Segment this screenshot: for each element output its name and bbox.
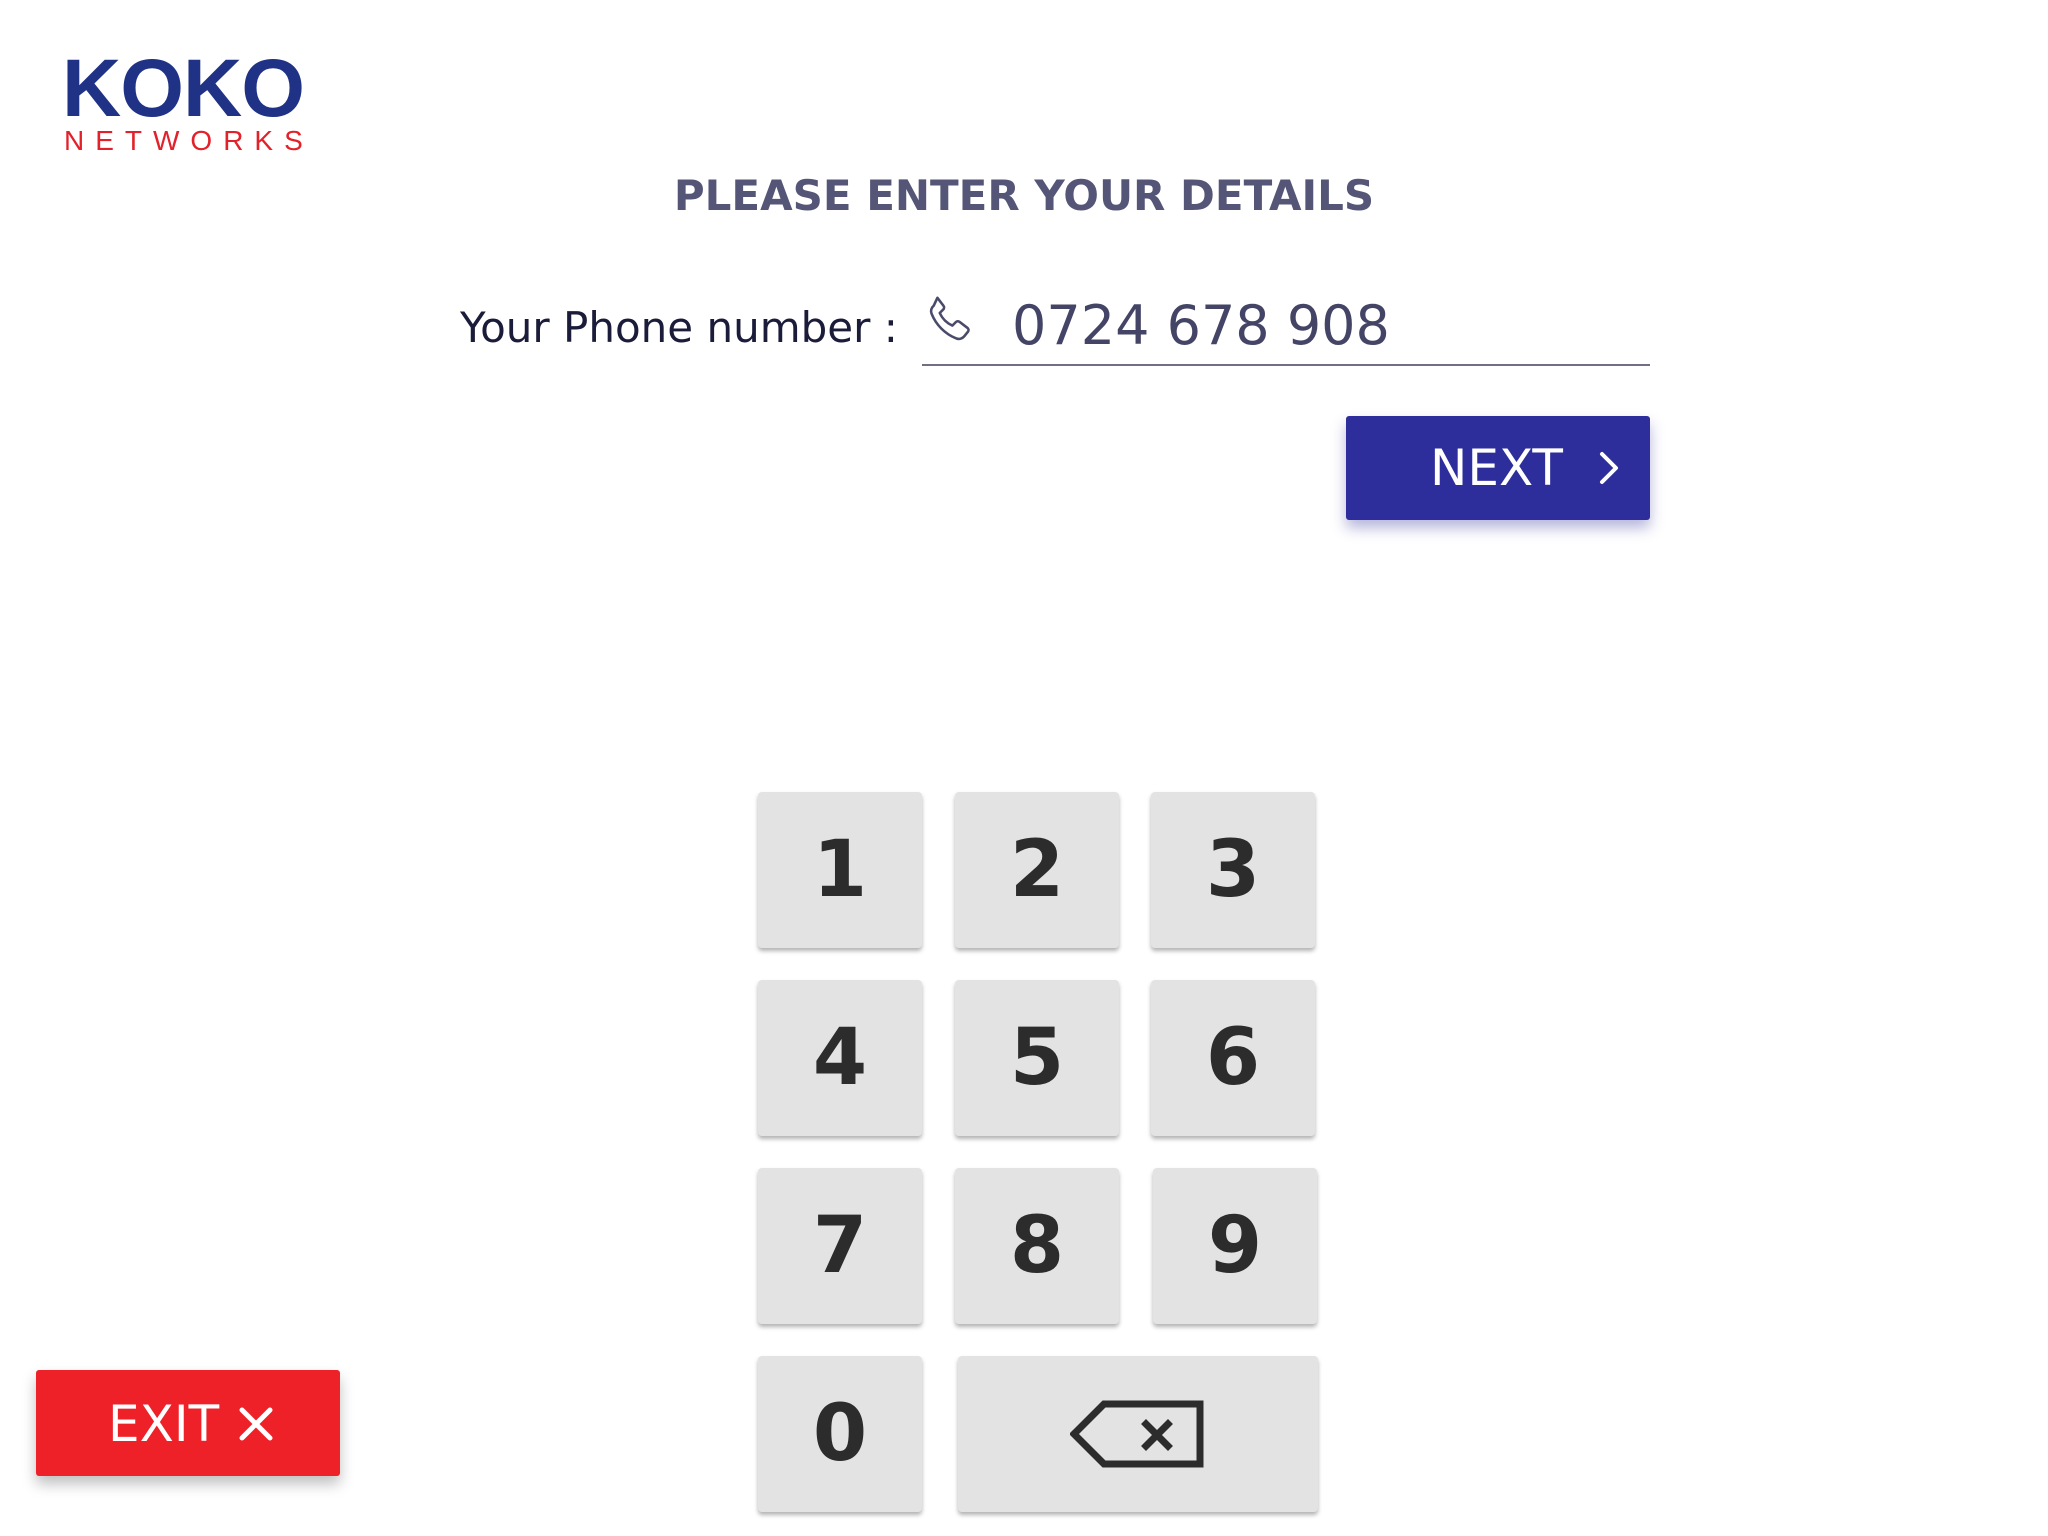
keypad-key-8[interactable]: 8 (955, 1168, 1119, 1324)
backspace-icon (1070, 1400, 1204, 1468)
keypad-key-label: 7 (812, 1201, 868, 1291)
app-screen: KOKO NETWORKS PLEASE ENTER YOUR DETAILS … (0, 0, 2048, 1536)
keypad-key-2[interactable]: 2 (955, 792, 1119, 948)
keypad-key-1[interactable]: 1 (758, 792, 922, 948)
phone-number-value: 0724 678 908 (1012, 294, 1390, 357)
keypad-key-4[interactable]: 4 (758, 980, 922, 1136)
logo-wordmark: KOKO (62, 43, 305, 134)
next-button-label: NEXT (1430, 439, 1563, 497)
phone-number-field[interactable]: 0724 678 908 (922, 284, 1650, 366)
keypad-key-0[interactable]: 0 (758, 1356, 922, 1512)
keypad-key-5[interactable]: 5 (955, 980, 1119, 1136)
numeric-keypad: 1 2 3 4 5 6 7 8 9 0 (0, 0, 2048, 1536)
keypad-key-6[interactable]: 6 (1151, 980, 1315, 1136)
koko-networks-logo: KOKO NETWORKS (62, 48, 322, 158)
phone-icon (929, 296, 970, 341)
keypad-key-7[interactable]: 7 (758, 1168, 922, 1324)
keypad-key-label: 6 (1205, 1013, 1261, 1103)
chevron-right-icon (1600, 452, 1618, 484)
keypad-key-3[interactable]: 3 (1151, 792, 1315, 948)
logo-subtitle: NETWORKS (64, 125, 314, 156)
close-icon (239, 1407, 273, 1441)
keypad-key-label: 3 (1205, 825, 1261, 915)
phone-number-label: Your Phone number : (460, 303, 898, 352)
keypad-key-label: 8 (1009, 1201, 1065, 1291)
keypad-key-9[interactable]: 9 (1153, 1168, 1317, 1324)
keypad-key-label: 5 (1009, 1013, 1065, 1103)
page-title: PLEASE ENTER YOUR DETAILS (673, 171, 1375, 220)
exit-button-label: EXIT (108, 1395, 220, 1453)
keypad-key-label: 2 (1009, 825, 1065, 915)
keypad-key-label: 9 (1207, 1201, 1263, 1291)
exit-button[interactable]: EXIT (36, 1370, 340, 1476)
keypad-key-label: 4 (812, 1013, 868, 1103)
keypad-key-label: 1 (812, 825, 868, 915)
keypad-key-label: 0 (812, 1389, 868, 1479)
next-button[interactable]: NEXT (1346, 416, 1650, 520)
keypad-backspace-key[interactable] (958, 1356, 1318, 1512)
